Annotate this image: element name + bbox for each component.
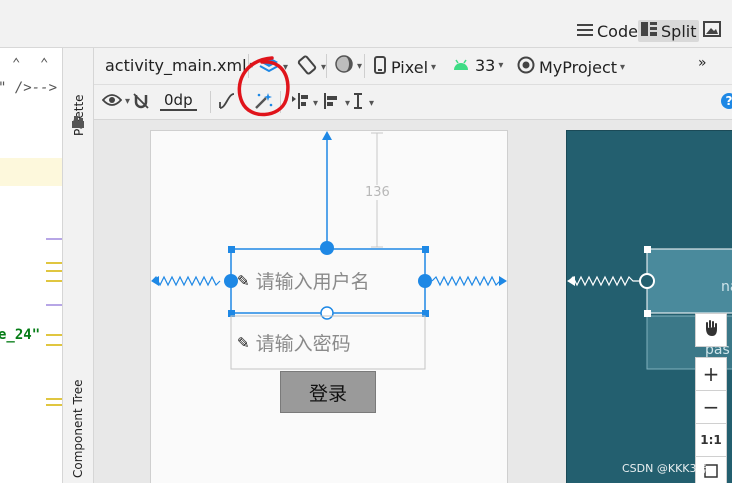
fold-chevron-b[interactable]: ⌃ xyxy=(40,56,48,72)
night-mode-button[interactable]: ▾ xyxy=(334,54,362,78)
phone-icon xyxy=(374,56,386,78)
username-hint: 请输入用户名 xyxy=(255,271,370,293)
android-icon xyxy=(452,56,470,75)
layout-toolbar: ▾ 0dp ▾ ▾ ▾ ? xyxy=(94,85,732,120)
gutter-marker xyxy=(46,304,62,306)
chevron-down-icon: ▾ xyxy=(369,97,375,109)
split-view-icon xyxy=(641,21,657,41)
password-input[interactable]: ✎ 请输入密码 xyxy=(237,329,351,356)
theme-dropdown[interactable]: MyProject ▾ xyxy=(517,56,625,78)
gutter-marker xyxy=(46,404,62,406)
theme-icon xyxy=(517,56,535,78)
theme-label: MyProject xyxy=(539,57,618,77)
design-toolbar: activity_main.xml ▾ ▾ ▾ ▾ Pixel ▾ 33 ▾ M… xyxy=(94,48,732,85)
code-view-label: Code xyxy=(597,21,638,41)
eye-icon xyxy=(101,92,123,111)
zoom-out-button[interactable]: − xyxy=(695,390,727,424)
split-view-label: Split xyxy=(661,21,697,41)
blueprint-username-label: na xyxy=(721,279,732,295)
align-left-icon xyxy=(322,91,342,115)
guidelines-button[interactable]: ▾ xyxy=(350,91,374,115)
autoconnect-toggle[interactable] xyxy=(132,92,150,114)
guideline-icon xyxy=(350,91,366,115)
gutter-marker xyxy=(46,280,62,282)
split-view-button[interactable]: Split xyxy=(638,20,700,42)
zoom-in-button[interactable]: + xyxy=(695,357,727,391)
view-options-button[interactable]: ▾ xyxy=(101,92,131,111)
component-tree-tab[interactable]: Component Tree xyxy=(71,380,85,478)
orientation-button[interactable]: ▾ xyxy=(296,54,326,80)
magnet-off-icon xyxy=(132,92,150,114)
pan-button[interactable] xyxy=(695,313,727,347)
default-margin-value: 0dp xyxy=(164,91,193,109)
toolbar-divider xyxy=(210,91,211,113)
api-level-label: 33 xyxy=(475,56,496,75)
chevron-down-icon: ▾ xyxy=(125,96,131,107)
design-view-button[interactable] xyxy=(703,20,725,42)
chevron-down-icon: ▾ xyxy=(498,60,504,71)
fold-chevron-a[interactable]: ⌃ xyxy=(12,56,20,72)
zoom-one-to-one-button[interactable]: 1:1 xyxy=(695,423,727,457)
constraint-overlay xyxy=(151,131,507,370)
chevron-down-icon: ▾ xyxy=(313,97,319,109)
gutter-marker xyxy=(46,334,62,336)
toolbar-divider xyxy=(326,54,327,78)
blueprint-surface[interactable]: na pas + − 1:1 xyxy=(566,130,732,483)
api-level-dropdown[interactable]: 33 ▾ xyxy=(452,56,503,75)
device-dropdown[interactable]: Pixel ▾ xyxy=(374,56,436,78)
top-margin-label: 136 xyxy=(365,185,390,200)
design-canvas[interactable]: 136 ✎ 请输入用户名 ✎ 请输入密码 登录 na pas + xyxy=(94,120,732,483)
csdn-watermark: CSDN @KKK3号 xyxy=(622,462,708,475)
gutter-marker xyxy=(46,262,62,264)
align-button[interactable]: ▾ xyxy=(322,91,350,115)
hand-icon xyxy=(703,319,719,341)
chevron-down-icon: ▾ xyxy=(620,61,626,73)
pencil-icon: ✎ xyxy=(237,333,250,352)
code-editor-fragment: ⌃ ⌃ " />--> e_24" xyxy=(0,48,63,483)
device-label: Pixel xyxy=(391,57,429,77)
pencil-icon: ✎ xyxy=(237,271,250,290)
toolbar-overflow-button[interactable]: » xyxy=(698,55,707,71)
gutter-marker xyxy=(46,344,62,346)
login-button[interactable]: 登录 xyxy=(280,371,376,413)
chevron-down-icon: ▾ xyxy=(431,61,437,73)
night-mode-icon xyxy=(334,54,354,78)
code-view-icon xyxy=(577,22,593,41)
rotate-device-icon xyxy=(296,54,318,80)
highlighted-line xyxy=(0,158,62,186)
view-mode-bar: Code Split xyxy=(0,0,732,48)
username-input[interactable]: ✎ 请输入用户名 xyxy=(237,267,370,294)
chevron-down-icon: ▾ xyxy=(357,60,363,72)
gutter-marker xyxy=(46,238,62,240)
default-margin-dropdown[interactable]: 0dp xyxy=(160,91,197,111)
gutter-marker xyxy=(46,398,62,400)
file-tab-label: activity_main.xml xyxy=(105,56,247,75)
help-button[interactable]: ? xyxy=(721,93,732,109)
code-view-button[interactable]: Code xyxy=(577,20,638,42)
design-view-icon xyxy=(703,21,721,41)
code-line-comment: " />--> xyxy=(0,80,58,96)
design-surface[interactable]: 136 ✎ 请输入用户名 ✎ 请输入密码 登录 xyxy=(150,130,508,483)
red-annotation-circle xyxy=(237,56,290,117)
toolbar-divider xyxy=(364,54,365,78)
side-tool-rail: Palette Component Tree xyxy=(63,48,94,483)
code-line-string: e_24" xyxy=(0,327,41,343)
palette-icon xyxy=(71,114,85,133)
password-hint: 请输入密码 xyxy=(255,333,351,355)
gutter-marker xyxy=(46,270,62,272)
